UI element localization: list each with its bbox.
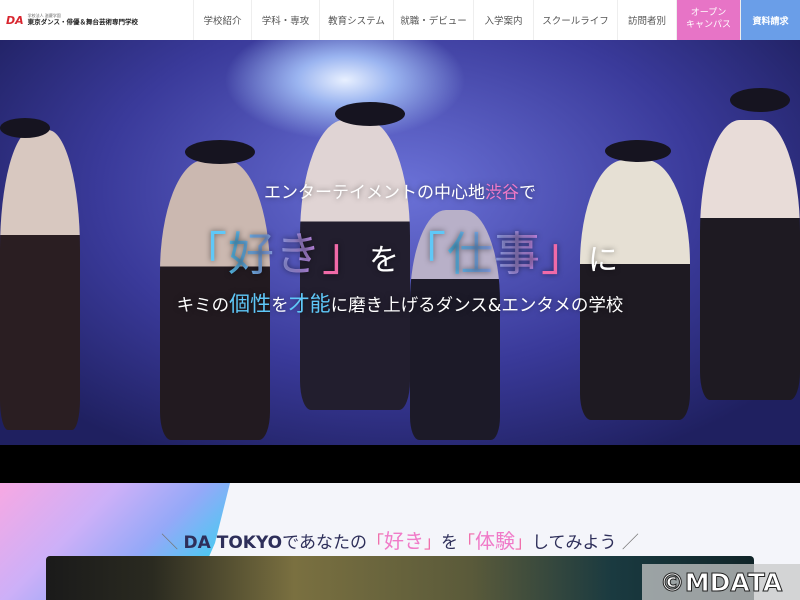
- hero-tagline: エンターテイメントの中心地渋谷で: [264, 183, 536, 203]
- nav-admission[interactable]: 入学案内: [473, 0, 533, 40]
- nav-school-life[interactable]: スクールライフ: [533, 0, 617, 40]
- video-letterbox: [0, 445, 800, 483]
- school-logo[interactable]: DA 学校法人 滋慶学園 東京ダンス・俳優＆舞台芸術専門学校: [0, 0, 193, 40]
- site-header: DA 学校法人 滋慶学園 東京ダンス・俳優＆舞台芸術専門学校 学校紹介 学科・専…: [0, 0, 800, 40]
- hero-headline: 「好き」を「仕事」に: [181, 227, 619, 281]
- da-logo-mark: DA: [6, 13, 24, 27]
- section-title: ＼ DA TOKYOであなたの「好き」を「体験」してみよう ／: [161, 529, 639, 553]
- nav-courses[interactable]: 学科・専攻: [251, 0, 319, 40]
- nav-about[interactable]: 学校紹介: [193, 0, 251, 40]
- nav-career[interactable]: 就職・デビュー: [393, 0, 473, 40]
- open-campus-label-2: キャンパス: [685, 20, 731, 30]
- logo-name: 東京ダンス・俳優＆舞台芸術専門学校: [27, 17, 139, 26]
- watermark: ©MDATA: [642, 564, 800, 600]
- nav-education[interactable]: 教育システム: [319, 0, 393, 40]
- open-campus-button[interactable]: オープン キャンパス: [676, 0, 740, 40]
- request-brochure-button[interactable]: 資料請求: [740, 0, 800, 40]
- hero-subheadline: キミの個性を才能に磨き上げるダンス&エンタメの学校: [176, 292, 624, 316]
- hero-video: エンターテイメントの中心地渋谷で 「好き」を「仕事」に キミの個性を才能に磨き上…: [0, 40, 800, 445]
- nav-visitors[interactable]: 訪問者別: [617, 0, 676, 40]
- open-campus-label-1: オープン: [690, 8, 727, 19]
